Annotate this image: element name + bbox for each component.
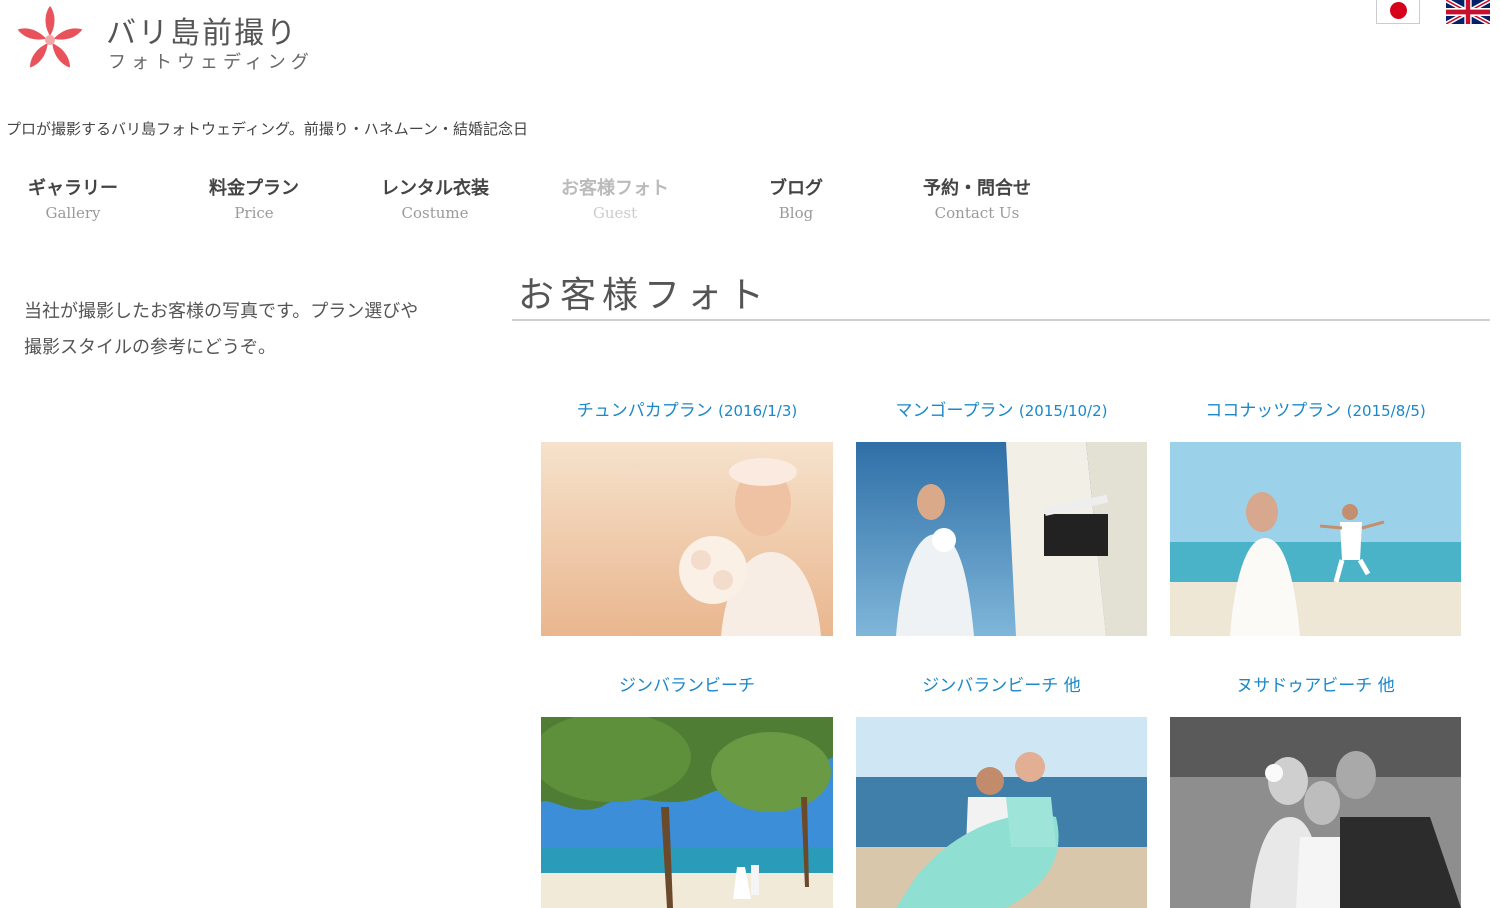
- gallery-caption-title: チュンパカプラン: [576, 401, 713, 421]
- nav-item-costume[interactable]: レンタル衣装 Costume: [345, 174, 525, 222]
- gallery-caption-link[interactable]: ジンバランビーチ 他: [856, 671, 1147, 696]
- gallery-photo[interactable]: [856, 717, 1147, 908]
- gallery-photo[interactable]: [856, 442, 1147, 636]
- japan-flag-icon[interactable]: [1376, 0, 1420, 24]
- gallery-caption-title: ヌサドゥアビーチ 他: [1236, 676, 1395, 696]
- gallery-caption-date: (2015/8/5): [1346, 402, 1426, 420]
- title-divider: [512, 319, 1490, 321]
- nav-label-jp: お客様フォト: [561, 178, 669, 199]
- gallery-photo[interactable]: [541, 717, 833, 908]
- intro-text: 当社が撮影したお客様の写真です。プラン選びや 撮影スタイルの参考にどうぞ。: [24, 294, 474, 366]
- nav-label-jp: 予約・問合せ: [923, 178, 1031, 199]
- gallery-caption-date: (2016/1/3): [718, 402, 798, 420]
- gallery-caption-title: ココナッツプラン: [1205, 401, 1342, 421]
- site-tagline: プロが撮影するバリ島フォトウェディング。前撮り・ハネムーン・結婚記念日: [6, 120, 529, 138]
- nav-label-en: Guest: [592, 204, 638, 222]
- gallery-caption-link[interactable]: チュンパカプラン (2016/1/3): [541, 396, 833, 421]
- flower-logo-icon: [17, 6, 83, 68]
- intro-line-1: 当社が撮影したお客様の写真です。プラン選びや: [24, 301, 419, 322]
- gallery-caption-date: (2015/10/2): [1018, 402, 1108, 420]
- nav-item-blog[interactable]: ブログ Blog: [706, 174, 886, 222]
- nav-item-price[interactable]: 料金プラン Price: [164, 174, 344, 222]
- gallery-caption-title: マンゴープラン: [895, 401, 1014, 421]
- gallery-caption-title: ジンバランビーチ 他: [922, 676, 1081, 696]
- uk-flag-icon[interactable]: [1445, 0, 1491, 27]
- nav-item-contact[interactable]: 予約・問合せ Contact Us: [887, 174, 1067, 222]
- gallery-caption-link[interactable]: マンゴープラン (2015/10/2): [856, 396, 1147, 421]
- gallery-caption-link[interactable]: ココナッツプラン (2015/8/5): [1170, 396, 1461, 421]
- gallery-photo[interactable]: [1170, 717, 1461, 908]
- nav-label-en: Gallery: [45, 204, 101, 222]
- nav-label-en: Price: [234, 204, 274, 222]
- nav-label-en: Contact Us: [934, 204, 1020, 222]
- nav-label-jp: ギャラリー: [28, 178, 118, 199]
- gallery-photo[interactable]: [541, 442, 833, 636]
- nav-label-jp: レンタル衣装: [381, 178, 489, 199]
- gallery-caption-link[interactable]: ヌサドゥアビーチ 他: [1170, 671, 1461, 696]
- page-title: お客様フォト: [518, 275, 771, 316]
- nav-item-gallery[interactable]: ギャラリー Gallery: [0, 174, 163, 222]
- intro-line-2: 撮影スタイルの参考にどうぞ。: [24, 337, 276, 358]
- logo-subtitle: フォトウェディング: [108, 52, 314, 73]
- nav-label-en: Costume: [401, 204, 469, 222]
- nav-item-guest[interactable]: お客様フォト Guest: [525, 174, 705, 222]
- gallery-caption-title: ジンバランビーチ: [619, 676, 755, 696]
- nav-label-jp: ブログ: [769, 178, 823, 199]
- site-logo[interactable]: バリ島前撮り フォトウェディング: [12, 4, 312, 74]
- logo-title: バリ島前撮り: [106, 16, 298, 51]
- gallery-photo[interactable]: [1170, 442, 1461, 636]
- nav-label-en: Blog: [778, 204, 814, 222]
- gallery-caption-link[interactable]: ジンバランビーチ: [541, 671, 833, 696]
- nav-label-jp: 料金プラン: [209, 178, 299, 199]
